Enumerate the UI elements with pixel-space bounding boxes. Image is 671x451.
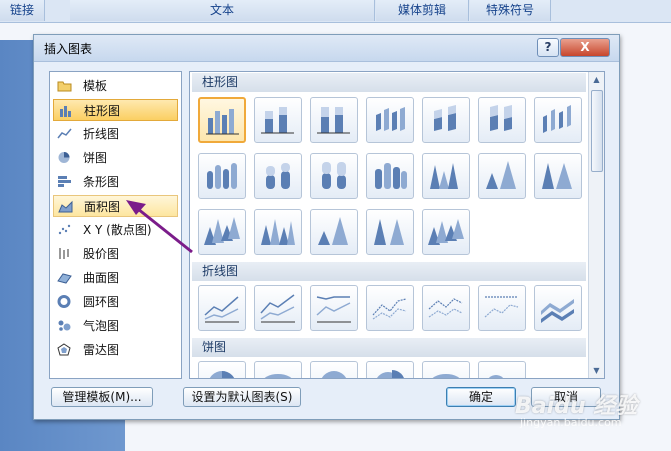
annotation-arrow	[126, 200, 193, 254]
watermark-url: jingyan.baidu.com	[520, 416, 622, 429]
baidu-watermark: Baidu 经验 jingyan.baidu.com	[510, 388, 670, 448]
